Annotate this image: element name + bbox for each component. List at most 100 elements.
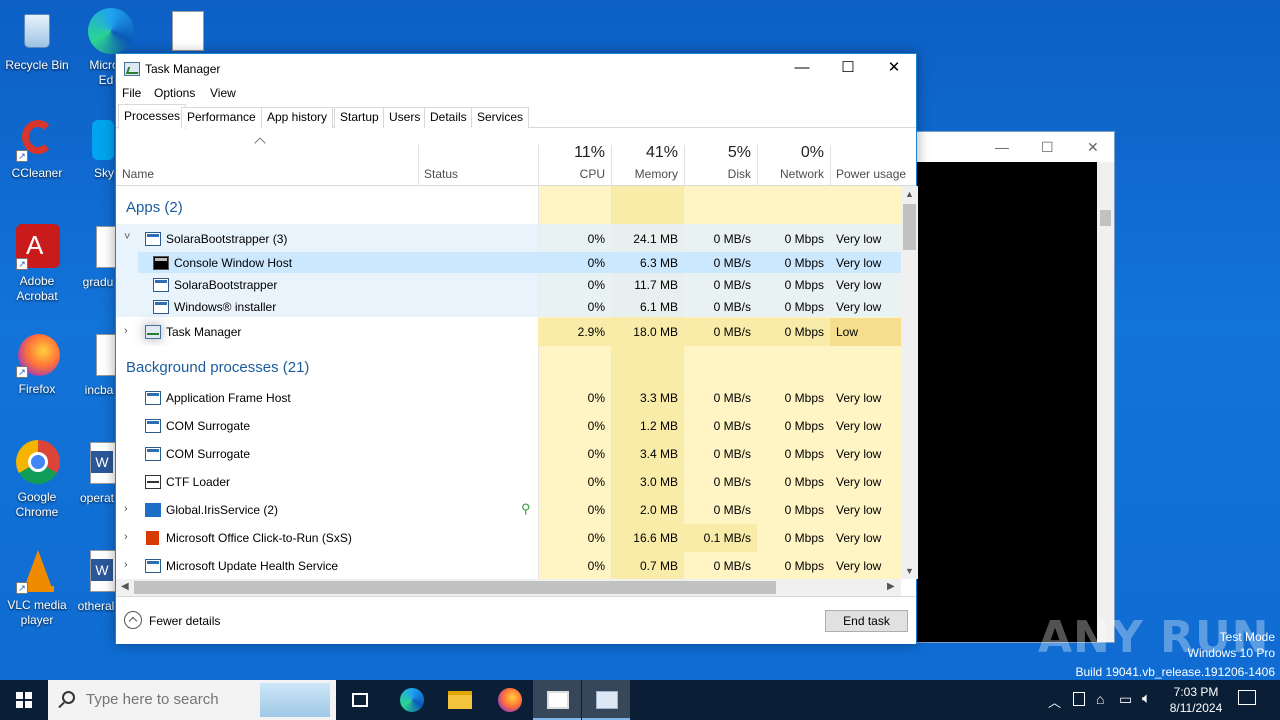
- tray-camera-icon[interactable]: ⌂: [1096, 691, 1104, 720]
- maximize-button[interactable]: ☐: [825, 54, 871, 84]
- tab-details[interactable]: Details: [424, 107, 473, 128]
- menu-options[interactable]: Options: [154, 86, 195, 100]
- taskbar-clock[interactable]: 7:03 PM 8/11/2024: [1166, 684, 1226, 716]
- console-minimize-button[interactable]: —: [995, 139, 1009, 155]
- horizontal-scrollbar[interactable]: ◀ ▶: [116, 579, 901, 596]
- console-scroll-thumb[interactable]: [1100, 210, 1111, 226]
- desktop-icon-label: Firefox: [18, 382, 56, 396]
- network-icon[interactable]: ▭: [1119, 691, 1132, 720]
- taskbar-firefox[interactable]: [484, 680, 532, 720]
- table-row[interactable]: › Microsoft Office Click-to-Run (SxS) 0%…: [116, 524, 901, 552]
- table-row[interactable]: SolaraBootstrapper 0% 11.7 MB 0 MB/s 0 M…: [116, 274, 901, 296]
- taskbar-file-explorer[interactable]: [434, 680, 482, 720]
- scroll-right-arrow-icon[interactable]: ▶: [887, 581, 895, 592]
- console-scrollbar[interactable]: [1097, 162, 1114, 642]
- taskbar-edge[interactable]: [386, 680, 434, 720]
- expand-chevron-icon[interactable]: ›: [124, 503, 128, 515]
- table-row[interactable]: CTF Loader 0% 3.0 MB 0 MB/s 0 Mbps Very …: [116, 468, 901, 496]
- volume-icon[interactable]: 🔈︎: [1142, 690, 1151, 720]
- edge-desktop-icon[interactable]: [88, 8, 134, 54]
- desktop-icon-ccleaner[interactable]: ↗ CCleaner: [0, 116, 74, 181]
- group-header-apps[interactable]: Apps (2): [116, 186, 538, 224]
- desktop-icon-adobe-acrobat[interactable]: A ↗ Adobe Acrobat: [0, 224, 74, 304]
- group-header-background[interactable]: Background processes (21): [116, 346, 538, 384]
- column-header-network[interactable]: 0% Network: [757, 129, 830, 185]
- menu-view[interactable]: View: [210, 86, 236, 100]
- end-task-button[interactable]: End task: [825, 610, 908, 632]
- table-row[interactable]: COM Surrogate 0% 3.4 MB 0 MB/s 0 Mbps Ve…: [116, 440, 901, 468]
- menu-bar: File Options View: [116, 84, 916, 104]
- scroll-up-arrow-icon[interactable]: ▲: [905, 189, 914, 199]
- collapse-chevron-icon[interactable]: ˅: [124, 231, 130, 243]
- horizontal-scroll-thumb[interactable]: [134, 581, 776, 594]
- column-header-status[interactable]: Status: [418, 129, 538, 185]
- table-row[interactable]: ˅ SolaraBootstrapper (3) 0% 24.1 MB 0 MB…: [116, 224, 901, 252]
- process-list[interactable]: Apps (2) ˅ SolaraBootstrapper (3) 0% 24.…: [116, 186, 901, 579]
- table-row[interactable]: Windows® installer 0% 6.1 MB 0 MB/s 0 Mb…: [116, 296, 901, 318]
- desktop-icon-vlc[interactable]: ↗ VLC media player: [0, 548, 74, 628]
- notifications-icon[interactable]: [1238, 690, 1256, 705]
- fewer-details-link[interactable]: Fewer details: [149, 614, 220, 628]
- show-hidden-icons-chevron-icon[interactable]: ︿: [1048, 692, 1061, 720]
- clock-date: 8/11/2024: [1169, 701, 1223, 715]
- clock-time: 7:03 PM: [1173, 685, 1219, 699]
- expand-chevron-icon[interactable]: ›: [124, 559, 128, 571]
- firefox-icon: [498, 688, 522, 712]
- recycle-bin-icon: [14, 8, 60, 54]
- app-window-icon: [145, 232, 161, 246]
- chevron-up-circle-icon[interactable]: [124, 611, 142, 629]
- taskbar-task-manager[interactable]: [582, 680, 630, 720]
- column-header-disk[interactable]: 5% Disk: [684, 129, 757, 185]
- taskbar-console-app[interactable]: [533, 680, 581, 720]
- column-header-memory[interactable]: 41% Memory: [611, 129, 684, 185]
- console-titlebar[interactable]: — ☐ ✕: [917, 132, 1114, 162]
- minimize-button[interactable]: —: [779, 54, 825, 84]
- file-desktop-icon[interactable]: [172, 11, 204, 51]
- word-doc-icon[interactable]: W: [90, 550, 116, 592]
- table-row[interactable]: Application Frame Host 0% 3.3 MB 0 MB/s …: [116, 384, 901, 412]
- vertical-scroll-thumb[interactable]: [903, 204, 916, 250]
- desktop-icon-recycle-bin[interactable]: Recycle Bin: [0, 8, 74, 73]
- skype-icon[interactable]: [92, 120, 114, 160]
- tab-performance[interactable]: Performance: [181, 107, 262, 128]
- expand-chevron-icon[interactable]: ›: [124, 325, 128, 337]
- eco-leaf-icon: ⚲: [521, 501, 531, 516]
- tab-services[interactable]: Services: [471, 107, 530, 128]
- search-input[interactable]: [86, 691, 266, 708]
- menu-file[interactable]: File: [122, 86, 141, 100]
- task-view-button[interactable]: [336, 680, 384, 720]
- start-button[interactable]: [0, 680, 48, 720]
- table-row-selected[interactable]: Console Window Host 0% 6.3 MB 0 MB/s 0 M…: [138, 252, 901, 273]
- table-row[interactable]: › Task Manager 2.9% 18.0 MB 0 MB/s 0 Mbp…: [116, 318, 901, 346]
- file-desktop-icon[interactable]: [96, 334, 116, 376]
- tab-app-history[interactable]: App history: [261, 107, 334, 128]
- console-window[interactable]: — ☐ ✕: [916, 131, 1115, 643]
- scroll-left-arrow-icon[interactable]: ◀: [121, 581, 129, 592]
- tab-startup[interactable]: Startup: [334, 107, 385, 128]
- expand-chevron-icon[interactable]: ›: [124, 531, 128, 543]
- vertical-scrollbar[interactable]: ▲ ▼: [901, 186, 918, 579]
- scroll-down-arrow-icon[interactable]: ▼: [905, 566, 914, 576]
- column-header-power[interactable]: Power usage: [830, 129, 916, 185]
- console-body[interactable]: [917, 162, 1098, 642]
- file-desktop-icon[interactable]: [96, 226, 116, 268]
- table-row[interactable]: COM Surrogate 0% 1.2 MB 0 MB/s 0 Mbps Ve…: [116, 412, 901, 440]
- word-doc-icon[interactable]: W: [90, 442, 116, 484]
- footer-bar: Fewer details End task: [116, 596, 916, 644]
- desktop-icon-label-partial: operat: [79, 491, 115, 505]
- column-header-name[interactable]: Name: [116, 129, 418, 185]
- close-button[interactable]: ✕: [871, 54, 917, 84]
- tray-device-icon[interactable]: [1073, 692, 1085, 706]
- ccleaner-icon: ↗: [14, 116, 60, 162]
- desktop-icon-firefox[interactable]: ↗ Firefox: [0, 332, 74, 397]
- titlebar[interactable]: Task Manager — ☐ ✕: [116, 54, 916, 84]
- column-header-cpu[interactable]: 11% CPU: [538, 129, 611, 185]
- console-maximize-button[interactable]: ☐: [1041, 139, 1054, 156]
- table-row[interactable]: › Microsoft Update Health Service 0% 0.7…: [116, 552, 901, 579]
- table-row[interactable]: › Global.IrisService (2) ⚲ 0% 2.0 MB 0 M…: [116, 496, 901, 524]
- desktop-icon-google-chrome[interactable]: Google Chrome: [0, 440, 74, 520]
- tab-processes[interactable]: Processes: [118, 104, 187, 129]
- console-close-button[interactable]: ✕: [1087, 139, 1099, 156]
- taskbar-search[interactable]: [48, 680, 336, 720]
- tab-users[interactable]: Users: [383, 107, 427, 128]
